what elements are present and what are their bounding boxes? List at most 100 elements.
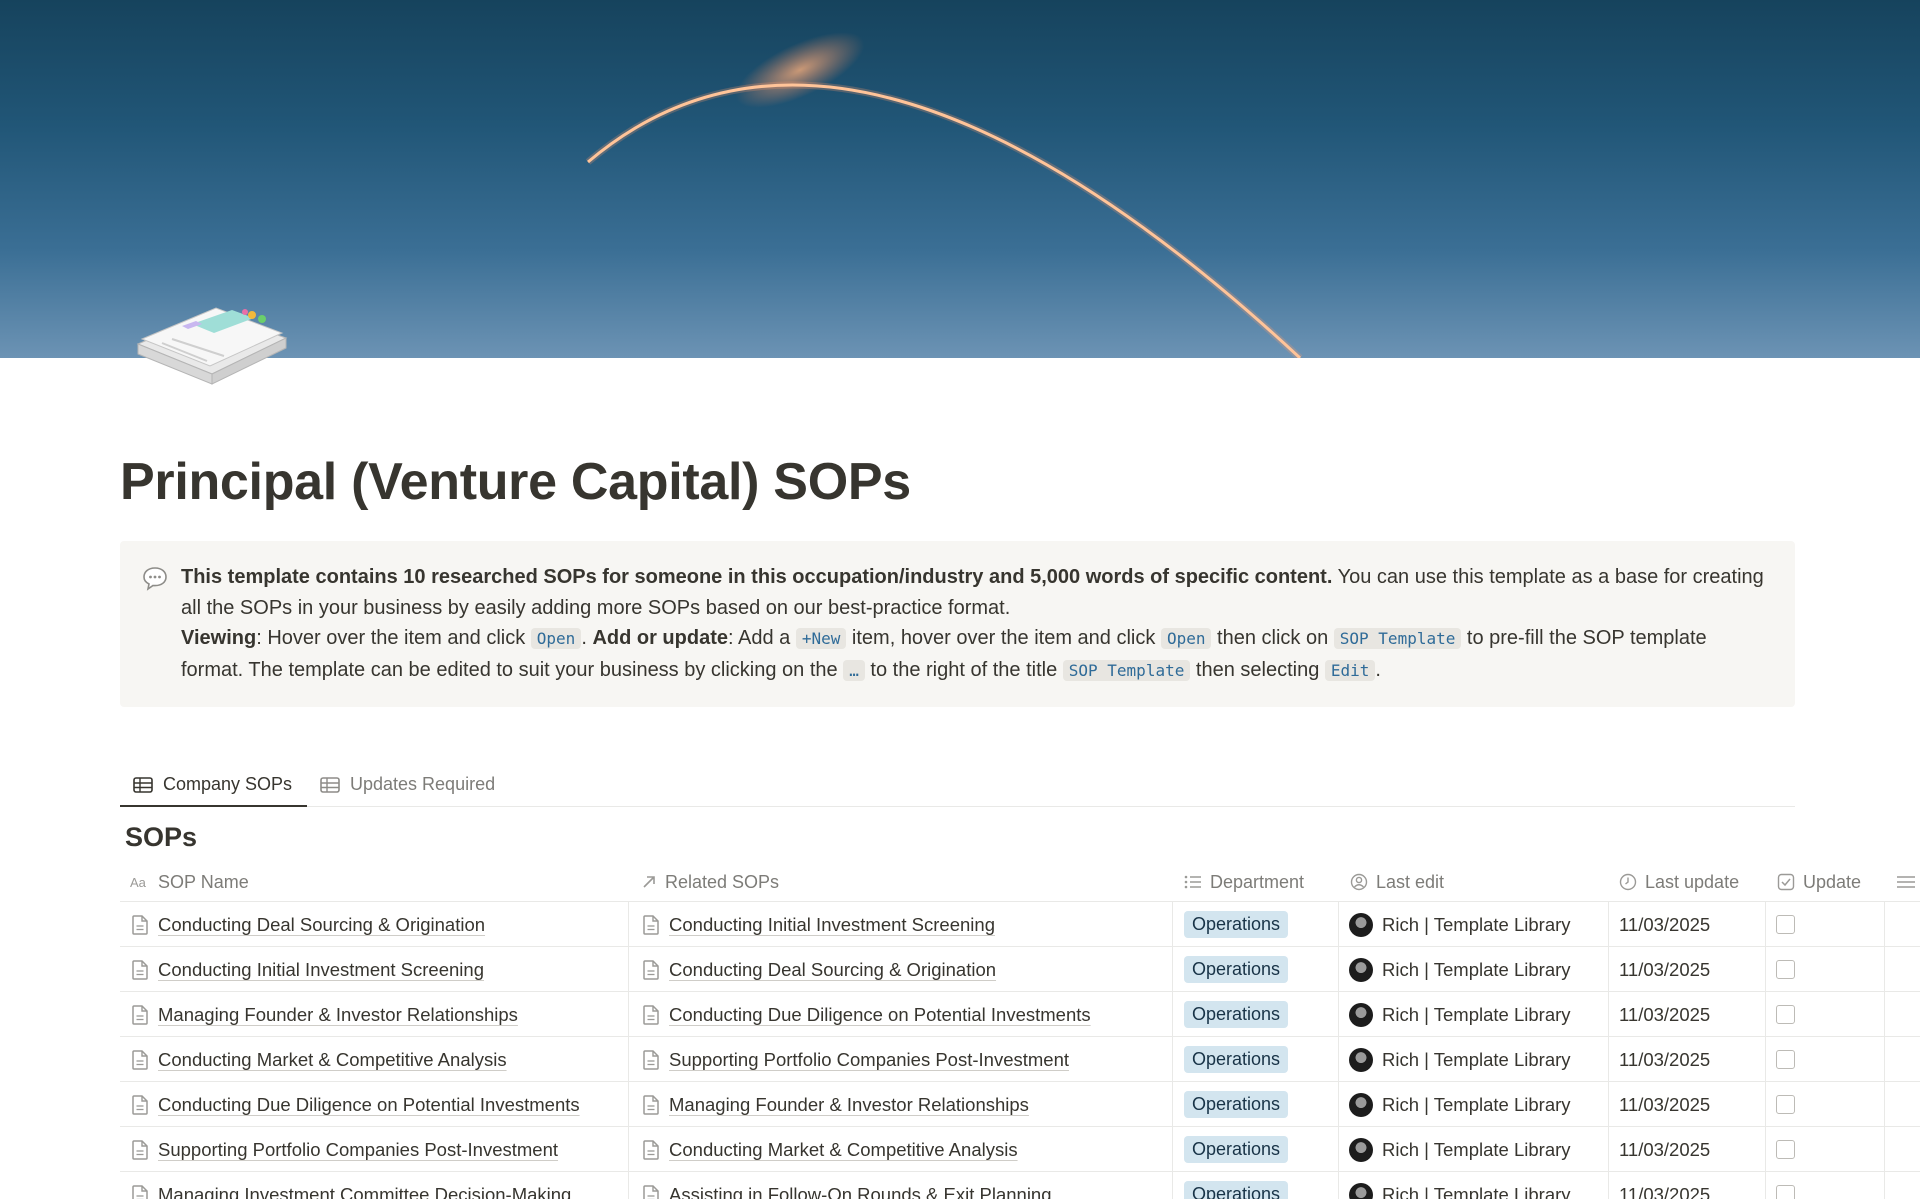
column-header-update[interactable]: Update xyxy=(1777,862,1861,902)
last-edit-cell[interactable]: Rich | Template Library xyxy=(1349,1082,1604,1127)
related-sop-link[interactable]: Managing Founder & Investor Relationship… xyxy=(669,1094,1029,1116)
department-tag: Operations xyxy=(1184,1181,1289,1199)
sop-name[interactable]: Managing Investment Committee Decision-M… xyxy=(158,1184,571,1199)
sop-name[interactable]: Managing Founder & Investor Relationship… xyxy=(158,1004,518,1026)
table-row[interactable]: Supporting Portfolio Companies Post-Inve… xyxy=(120,1127,1920,1172)
column-header-department[interactable]: Department xyxy=(1184,862,1304,902)
column-label: Related SOPs xyxy=(665,871,780,892)
update-cell[interactable] xyxy=(1776,902,1876,947)
sop-name[interactable]: Supporting Portfolio Companies Post-Inve… xyxy=(158,1139,558,1161)
related-sop-link[interactable]: Conducting Initial Investment Screening xyxy=(669,914,995,936)
related-sop-link[interactable]: Conducting Deal Sourcing & Origination xyxy=(669,959,996,981)
column-divider xyxy=(628,1127,629,1171)
table-row[interactable]: Managing Investment Committee Decision-M… xyxy=(120,1172,1920,1199)
sop-name-cell[interactable]: Managing Investment Committee Decision-M… xyxy=(132,1172,622,1199)
department-cell[interactable]: Operations xyxy=(1184,992,1334,1037)
related-sop-cell[interactable]: Managing Founder & Investor Relationship… xyxy=(643,1082,1168,1127)
update-cell[interactable] xyxy=(1776,1082,1876,1127)
department-cell[interactable]: Operations xyxy=(1184,1172,1334,1199)
update-checkbox[interactable] xyxy=(1776,1185,1795,1199)
department-tag: Operations xyxy=(1184,956,1289,983)
sop-name-cell[interactable]: Conducting Market & Competitive Analysis xyxy=(132,1037,622,1082)
update-checkbox[interactable] xyxy=(1776,1140,1795,1159)
avatar xyxy=(1349,957,1373,982)
sop-name[interactable]: Conducting Market & Competitive Analysis xyxy=(158,1049,507,1071)
update-checkbox[interactable] xyxy=(1776,960,1795,979)
sop-name-cell[interactable]: Conducting Deal Sourcing & Origination xyxy=(132,902,622,947)
sop-name[interactable]: Conducting Deal Sourcing & Origination xyxy=(158,914,485,936)
department-cell[interactable]: Operations xyxy=(1184,947,1334,992)
related-sop-cell[interactable]: Conducting Market & Competitive Analysis xyxy=(643,1127,1168,1172)
last-edit-cell[interactable]: Rich | Template Library xyxy=(1349,947,1604,992)
sop-name-cell[interactable]: Managing Founder & Investor Relationship… xyxy=(132,992,622,1037)
related-sop-cell[interactable]: Conducting Deal Sourcing & Origination xyxy=(643,947,1168,992)
column-header-sop-name[interactable]: Aa SOP Name xyxy=(130,862,249,902)
table-row[interactable]: Conducting Deal Sourcing & Origination C… xyxy=(120,902,1920,947)
avatar xyxy=(1349,1137,1373,1162)
column-divider xyxy=(1172,1127,1173,1171)
update-checkbox[interactable] xyxy=(1776,1050,1795,1069)
last-edit-cell[interactable]: Rich | Template Library xyxy=(1349,902,1604,947)
department-cell[interactable]: Operations xyxy=(1184,1037,1334,1082)
column-divider xyxy=(1172,1172,1173,1199)
sop-name[interactable]: Conducting Initial Investment Screening xyxy=(158,959,484,981)
page-icon xyxy=(643,1094,659,1115)
sop-name-cell[interactable]: Supporting Portfolio Companies Post-Inve… xyxy=(132,1127,622,1172)
sop-name-cell[interactable]: Conducting Due Diligence on Potential In… xyxy=(132,1082,622,1127)
update-cell[interactable] xyxy=(1776,1172,1876,1199)
page-icon xyxy=(132,1004,148,1025)
column-label: Last update xyxy=(1645,871,1740,892)
sop-name[interactable]: Conducting Due Diligence on Potential In… xyxy=(158,1094,580,1116)
update-checkbox[interactable] xyxy=(1776,915,1795,934)
checkbox-property-icon xyxy=(1777,873,1795,891)
update-cell[interactable] xyxy=(1776,1037,1876,1082)
last-edit-cell[interactable]: Rich | Template Library xyxy=(1349,1127,1604,1172)
column-header-related-sops[interactable]: Related SOPs xyxy=(641,862,779,902)
page-icon xyxy=(132,959,148,980)
table-row[interactable]: Conducting Market & Competitive Analysis… xyxy=(120,1037,1920,1082)
update-cell[interactable] xyxy=(1776,1127,1876,1172)
database-title[interactable]: SOPs xyxy=(125,822,197,853)
table-header: Aa SOP Name Related SOPs Department Last… xyxy=(120,862,1920,902)
last-edit-user: Rich | Template Library xyxy=(1382,1093,1571,1115)
last-edit-cell[interactable]: Rich | Template Library xyxy=(1349,1172,1604,1199)
more-properties-icon[interactable] xyxy=(1896,862,1920,902)
column-divider xyxy=(1338,947,1339,991)
last-edit-cell[interactable]: Rich | Template Library xyxy=(1349,992,1604,1037)
update-checkbox[interactable] xyxy=(1776,1005,1795,1024)
active-tab-underline xyxy=(120,805,307,807)
related-sop-cell[interactable]: Supporting Portfolio Companies Post-Inve… xyxy=(643,1037,1168,1082)
stack-of-papers-icon[interactable] xyxy=(132,296,292,396)
update-cell[interactable] xyxy=(1776,947,1876,992)
related-sop-cell[interactable]: Assisting in Follow-On Rounds & Exit Pla… xyxy=(643,1172,1168,1199)
table-row[interactable]: Conducting Initial Investment Screening … xyxy=(120,947,1920,992)
department-cell[interactable]: Operations xyxy=(1184,1127,1334,1172)
department-cell[interactable]: Operations xyxy=(1184,902,1334,947)
tab-updates-required[interactable]: Updates Required xyxy=(320,762,495,807)
callout-text-run: . xyxy=(1375,658,1381,681)
column-header-last-update[interactable]: Last update xyxy=(1619,862,1739,902)
avatar xyxy=(1349,1182,1373,1199)
column-divider xyxy=(1884,1172,1885,1199)
related-sop-link[interactable]: Conducting Due Diligence on Potential In… xyxy=(669,1004,1091,1026)
sop-name-cell[interactable]: Conducting Initial Investment Screening xyxy=(132,947,622,992)
page-title[interactable]: Principal (Venture Capital) SOPs xyxy=(120,452,911,512)
update-cell[interactable] xyxy=(1776,992,1876,1037)
tab-company-sops[interactable]: Company SOPs xyxy=(133,762,292,807)
column-header-last-edit[interactable]: Last edit xyxy=(1350,862,1444,902)
update-checkbox[interactable] xyxy=(1776,1095,1795,1114)
related-sop-cell[interactable]: Conducting Due Diligence on Potential In… xyxy=(643,992,1168,1037)
callout-bold-intro: This template contains 10 researched SOP… xyxy=(181,566,1333,588)
last-edit-cell[interactable]: Rich | Template Library xyxy=(1349,1037,1604,1082)
last-update-date: 11/03/2025 xyxy=(1619,1003,1711,1025)
related-sop-link[interactable]: Assisting in Follow-On Rounds & Exit Pla… xyxy=(669,1184,1052,1199)
related-sop-link[interactable]: Supporting Portfolio Companies Post-Inve… xyxy=(669,1049,1069,1071)
column-divider xyxy=(1608,902,1609,946)
last-update-cell: 11/03/2025 xyxy=(1619,1127,1759,1172)
table-row[interactable]: Conducting Due Diligence on Potential In… xyxy=(120,1082,1920,1127)
department-cell[interactable]: Operations xyxy=(1184,1082,1334,1127)
view-tabs: Company SOPs Updates Required xyxy=(120,762,1795,807)
table-row[interactable]: Managing Founder & Investor Relationship… xyxy=(120,992,1920,1037)
related-sop-link[interactable]: Conducting Market & Competitive Analysis xyxy=(669,1139,1018,1161)
related-sop-cell[interactable]: Conducting Initial Investment Screening xyxy=(643,902,1168,947)
